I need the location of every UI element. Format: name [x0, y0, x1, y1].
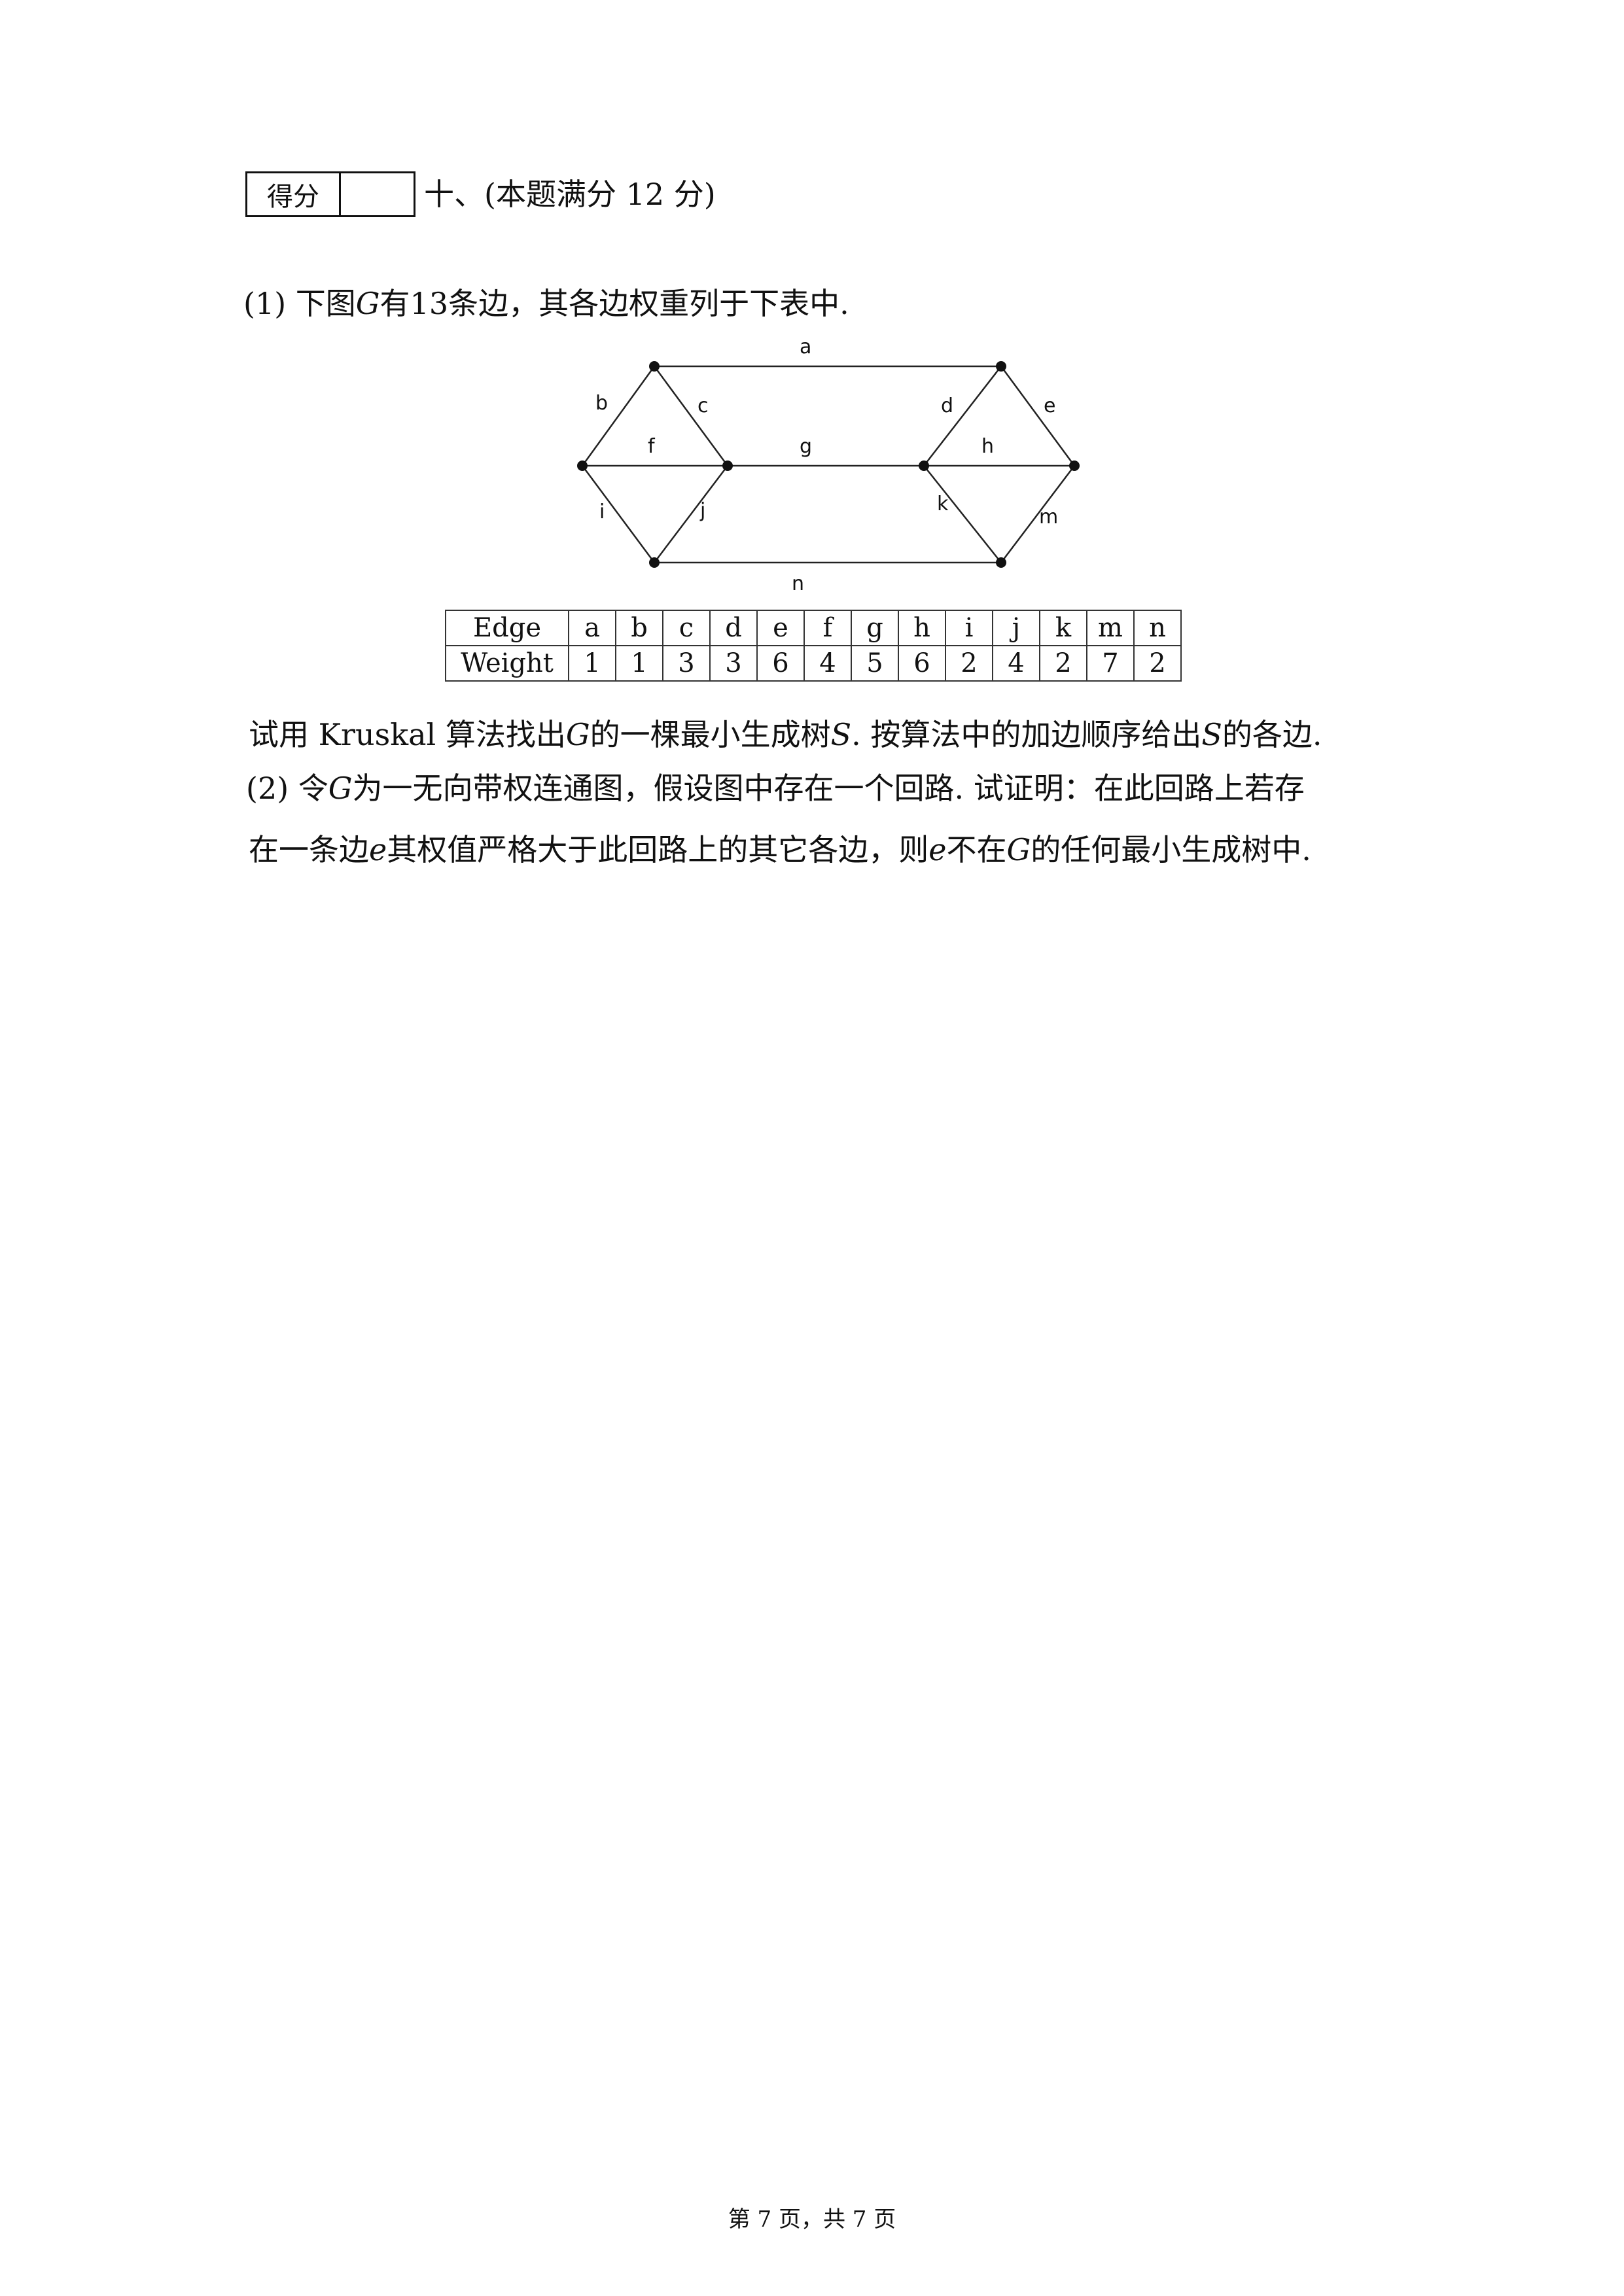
graph-symbol: G: [355, 286, 380, 321]
page-footer: 第 7 页，共 7 页: [728, 2206, 896, 2233]
edge-c: [653, 366, 729, 466]
edge-label-a: a: [800, 336, 811, 358]
vertex-bottom-right: [996, 557, 1006, 568]
weight-cell: 2: [1133, 645, 1182, 682]
part1-statement: (1) 下图G有13条边，其各边权重列于下表中.: [243, 284, 849, 323]
edge-label-d: d: [941, 394, 953, 417]
weight-row-header: Weight: [445, 645, 569, 682]
edge-cell: i: [945, 610, 993, 646]
instruction-text-2: 的一棵最小生成树: [590, 717, 831, 752]
tree-symbol: S: [1201, 717, 1222, 752]
edge-label-f: f: [648, 435, 656, 458]
vertex-right: [1069, 461, 1080, 471]
instruction-text-1: 试用 Kruskal 算法找出: [249, 717, 566, 752]
weight-cell: 3: [709, 645, 758, 682]
edge-i: [581, 465, 656, 563]
weight-cell: 4: [803, 645, 852, 682]
question-title: 十、(本题满分 12 分): [424, 177, 716, 212]
edge-cell: k: [1039, 610, 1087, 646]
tree-symbol: S: [830, 717, 852, 752]
edge-weight-table: Edge a b c d e f g h i j k m n Weight 1 …: [445, 610, 1182, 682]
edge-b: [581, 366, 656, 466]
part2-text: 为一无向带权连通图，假设图中存在一个回路. 试证明：在此回路上若存: [352, 771, 1305, 806]
edge-cell: c: [662, 610, 711, 646]
graph-diagram: a b c d e f g h i j k m n: [577, 336, 1080, 595]
edge-symbol: e: [928, 832, 947, 867]
edge-label-n: n: [792, 572, 804, 595]
edge-symbol: e: [369, 832, 387, 867]
part1-number: (1): [243, 286, 287, 321]
edge-label-j: j: [699, 499, 705, 522]
edge-k: [923, 465, 1002, 563]
score-box: 得分: [245, 171, 415, 217]
vertex-left: [577, 461, 588, 471]
weight-cell: 6: [756, 645, 805, 682]
part2-statement-line1: (2) 令G为一无向带权连通图，假设图中存在一个回路. 试证明：在此回路上若存: [246, 769, 1305, 808]
edge-label-k: k: [937, 493, 949, 515]
part1-text-before: 下图: [295, 286, 356, 321]
edge-row: Edge a b c d e f g h i j k m n: [445, 610, 1182, 646]
vertex-top-left: [649, 361, 660, 372]
edge-label-m: m: [1039, 506, 1058, 529]
graph-symbol: G: [1006, 832, 1031, 867]
edge-label-e: e: [1044, 394, 1055, 417]
part1-text-after: 有13条边，其各边权重列于下表中.: [380, 286, 849, 321]
edge-label-h: h: [981, 435, 994, 458]
edge-label-c: c: [697, 394, 709, 417]
edge-label-i: i: [599, 500, 605, 523]
edge-m: [1000, 465, 1075, 563]
vertex-center-right: [919, 461, 929, 471]
edge-label-g: g: [800, 435, 812, 458]
instruction-text-4: 的各边.: [1222, 717, 1322, 752]
edge-cell: n: [1133, 610, 1182, 646]
edge-cell: b: [615, 610, 663, 646]
part2-text: 的任何最小生成树中.: [1031, 832, 1311, 867]
edge-cell: g: [851, 610, 899, 646]
edge-cell: e: [756, 610, 805, 646]
edge-cell: m: [1086, 610, 1135, 646]
part2-text: 其权值严格大于此回路上的其它各边，则: [387, 832, 929, 867]
edge-j: [654, 465, 728, 563]
vertex-bottom-left: [649, 557, 660, 568]
weight-cell: 7: [1086, 645, 1135, 682]
weight-cell: 3: [662, 645, 711, 682]
part2-text: 在一条边: [249, 832, 369, 867]
weight-cell: 5: [851, 645, 899, 682]
weight-cell: 6: [898, 645, 946, 682]
score-label: 得分: [247, 173, 341, 215]
edge-e: [1000, 366, 1076, 466]
part2-number: (2): [246, 771, 289, 806]
weight-row: Weight 1 1 3 3 6 4 5 6 2 4 2 7 2: [445, 645, 1182, 682]
weight-cell: 1: [568, 645, 616, 682]
score-value-field: [341, 173, 414, 215]
edge-label-b: b: [595, 392, 608, 415]
weight-cell: 2: [1039, 645, 1087, 682]
instruction-text-3: . 按算法中的加边顺序给出: [851, 717, 1202, 752]
graph-symbol: G: [565, 717, 590, 752]
edge-cell: d: [709, 610, 758, 646]
weight-cell: 1: [615, 645, 663, 682]
part2-text: 令: [298, 771, 328, 806]
weight-cell: 4: [992, 645, 1040, 682]
vertex-top-right: [996, 361, 1006, 372]
edge-cell: a: [568, 610, 616, 646]
part2-text: 不在: [946, 832, 1007, 867]
part2-statement-line2: 在一条边e其权值严格大于此回路上的其它各边，则e不在G的任何最小生成树中.: [249, 830, 1311, 869]
edge-cell: h: [898, 610, 946, 646]
edge-cell: f: [803, 610, 852, 646]
weight-cell: 2: [945, 645, 993, 682]
kruskal-instruction: 试用 Kruskal 算法找出G的一棵最小生成树S. 按算法中的加边顺序给出S的…: [249, 715, 1322, 754]
edge-row-header: Edge: [445, 610, 569, 646]
graph-symbol: G: [328, 771, 353, 806]
edge-cell: j: [992, 610, 1040, 646]
vertex-center-left: [722, 461, 733, 471]
